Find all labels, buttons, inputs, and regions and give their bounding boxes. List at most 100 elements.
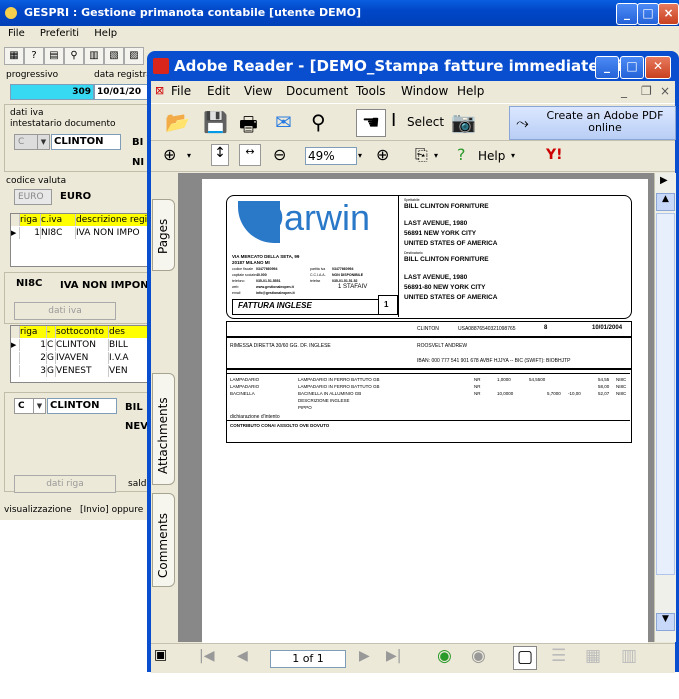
select-cursor-icon[interactable]: I xyxy=(391,110,396,131)
toolbar-icon-3[interactable]: ▤ xyxy=(44,47,64,65)
dati-riga-button[interactable]: dati riga xyxy=(14,475,116,493)
iva-col-civa[interactable]: c.iva xyxy=(41,214,76,226)
minimize-button[interactable]: _ xyxy=(616,3,638,25)
first-page-icon[interactable]: |◀ xyxy=(199,648,214,664)
destination-line: BILL CLINTON FORNITURE xyxy=(404,256,489,263)
table-row[interactable]: 2 G IVAVEN I.V.A xyxy=(11,352,149,364)
righe-col-riga[interactable]: riga xyxy=(20,326,47,338)
doc-minimize-icon[interactable]: _ xyxy=(621,84,627,98)
valuta-combo[interactable]: EURO xyxy=(14,189,52,205)
iva-col-descrizione[interactable]: descrizione regi xyxy=(76,214,149,226)
table-row[interactable]: ▶ 1 NI8C IVA NON IMPO xyxy=(11,227,149,239)
menu-tools[interactable]: Tools xyxy=(356,84,386,98)
yahoo-toolbar-icon[interactable]: Y! xyxy=(546,147,563,163)
toolbar-icon-5[interactable]: ▥ xyxy=(84,47,104,65)
recipient-line: 56891 NEW YORK CITY xyxy=(404,230,477,237)
iva-grid[interactable]: riga c.iva descrizione regi ▶ 1 NI8C IVA… xyxy=(10,213,149,267)
intestatario-type-combo[interactable]: C ▼ xyxy=(14,134,50,150)
intestatario-code-field[interactable]: CLINTON xyxy=(51,134,121,150)
find-binoculars-icon[interactable]: ⚲ xyxy=(311,110,326,134)
menu-file[interactable]: File xyxy=(171,84,191,98)
righe-col-sottoconto[interactable]: sottoconto xyxy=(56,326,109,338)
chevron-down-icon[interactable]: ▾ xyxy=(434,151,438,160)
righe-col-tipo[interactable]: - xyxy=(47,326,56,338)
table-row[interactable]: ▶ 1 C CLINTON BILL xyxy=(11,339,149,351)
reader-maximize-button[interactable]: □ xyxy=(620,56,644,79)
menu-file[interactable]: File xyxy=(8,28,25,39)
next-page-icon[interactable]: ▶ xyxy=(359,648,370,664)
page-nav-arrow-icon[interactable]: ▶ xyxy=(660,175,668,186)
close-button[interactable]: × xyxy=(658,3,679,25)
dati-iva-button[interactable]: dati iva xyxy=(14,302,116,320)
continuous-facing-icon[interactable]: ▥ xyxy=(621,646,637,666)
facing-icon[interactable]: ▦ xyxy=(585,646,601,666)
page-layout-icon[interactable]: ▣ xyxy=(154,647,167,663)
scroll-down-button[interactable]: ▼ xyxy=(656,613,675,631)
open-folder-icon[interactable]: 📂 xyxy=(165,110,190,134)
toolbar-icon-7[interactable]: ▨ xyxy=(124,47,144,65)
reader-close-button[interactable]: ✕ xyxy=(645,56,671,79)
riga-code-field[interactable]: CLINTON xyxy=(47,398,117,414)
chevron-down-icon[interactable]: ▾ xyxy=(511,151,515,160)
help-icon[interactable]: ? xyxy=(457,145,466,164)
righe-grid[interactable]: riga - sottoconto des ▶ 1 C CLINTON BILL… xyxy=(10,325,149,383)
zoom-level-field[interactable]: 49% xyxy=(305,147,357,165)
toolbar-icon-6[interactable]: ▧ xyxy=(104,47,124,65)
menu-preferiti[interactable]: Preferiti xyxy=(40,28,79,39)
reader-title-bar[interactable]: Adobe Reader - [DEMO_Stampa fatture imme… xyxy=(147,51,679,81)
page-number-field[interactable]: 1 of 1 xyxy=(270,650,346,668)
menu-window[interactable]: Window xyxy=(401,84,448,98)
help-icon[interactable]: ? xyxy=(24,47,44,65)
save-icon[interactable]: 💾 xyxy=(203,110,228,134)
riga-type-combo[interactable]: C ▼ xyxy=(14,398,46,414)
scroll-up-button[interactable]: ▲ xyxy=(656,193,675,211)
tab-attachments[interactable]: Attachments xyxy=(152,373,175,485)
progressivo-field[interactable]: 309 xyxy=(10,84,94,100)
continuous-icon[interactable]: ☰ xyxy=(551,646,566,666)
menu-edit[interactable]: Edit xyxy=(207,84,230,98)
chevron-down-icon[interactable]: ▾ xyxy=(358,151,362,160)
last-page-icon[interactable]: ▶| xyxy=(386,648,401,664)
menu-view[interactable]: View xyxy=(244,84,272,98)
scroll-thumb[interactable] xyxy=(656,213,675,575)
previous-page-icon[interactable]: ◀ xyxy=(237,648,248,664)
table-row[interactable]: 3 G VENEST VEN xyxy=(11,365,149,377)
create-pdf-online-button[interactable]: ⤳ Create an Adobe PDF online xyxy=(509,106,676,140)
help-label[interactable]: Help xyxy=(478,149,505,163)
zoom-out-icon[interactable]: ⊖ xyxy=(273,145,286,164)
toolbar-icon-1[interactable]: ▦ xyxy=(4,47,24,65)
go-back-icon[interactable]: ◉ xyxy=(437,646,452,666)
email-icon[interactable]: ✉ xyxy=(275,110,292,134)
menu-help[interactable]: Help xyxy=(94,28,117,39)
menu-help[interactable]: Help xyxy=(457,84,484,98)
zoom-in-tool-icon[interactable]: ⊕ xyxy=(163,145,176,164)
iva-col-riga[interactable]: riga xyxy=(20,214,41,226)
tab-comments[interactable]: Comments xyxy=(152,493,175,587)
go-forward-icon[interactable]: ◉ xyxy=(471,646,486,666)
doc-restore-icon[interactable]: ❐ xyxy=(641,84,652,98)
chevron-down-icon[interactable]: ▾ xyxy=(187,151,191,160)
reader-minimize-button[interactable]: _ xyxy=(595,56,619,79)
gespri-title-bar[interactable]: GESPRI : Gestione primanota contabile [u… xyxy=(0,0,679,26)
hand-tool-icon[interactable]: ☚ xyxy=(356,109,386,137)
zoom-in-icon[interactable]: ⊕ xyxy=(376,145,389,164)
fit-page-icon[interactable]: ↕ xyxy=(211,144,229,166)
document-view[interactable]: Darwin VIA MERCATO DELLA SETA, 99 20187 … xyxy=(178,173,654,699)
righe-col-descrizione[interactable]: des xyxy=(109,326,149,338)
menu-document[interactable]: Document xyxy=(286,84,348,98)
intestatario-label: intestatario documento xyxy=(10,119,116,129)
rotate-page-icon[interactable]: ⎘ xyxy=(415,145,428,165)
snapshot-icon[interactable]: 📷 xyxy=(451,110,476,134)
doc-close-icon[interactable]: × xyxy=(660,84,670,98)
search-icon[interactable]: ⚲ xyxy=(64,47,84,65)
single-page-icon[interactable]: ▢ xyxy=(513,646,537,670)
select-label[interactable]: Select xyxy=(407,115,444,129)
data-registrazione-field[interactable]: 10/01/20 xyxy=(94,84,152,100)
line-vat: NI8C xyxy=(616,377,627,382)
adobe-reader-logo-icon xyxy=(153,58,169,74)
fit-width-icon[interactable]: ↔ xyxy=(239,144,261,166)
vertical-scrollbar[interactable]: ▶ ▲ ▼ xyxy=(654,173,676,642)
print-icon[interactable]: 🖶 xyxy=(239,110,258,144)
maximize-button[interactable]: □ xyxy=(637,3,659,25)
tab-pages[interactable]: Pages xyxy=(152,199,175,271)
